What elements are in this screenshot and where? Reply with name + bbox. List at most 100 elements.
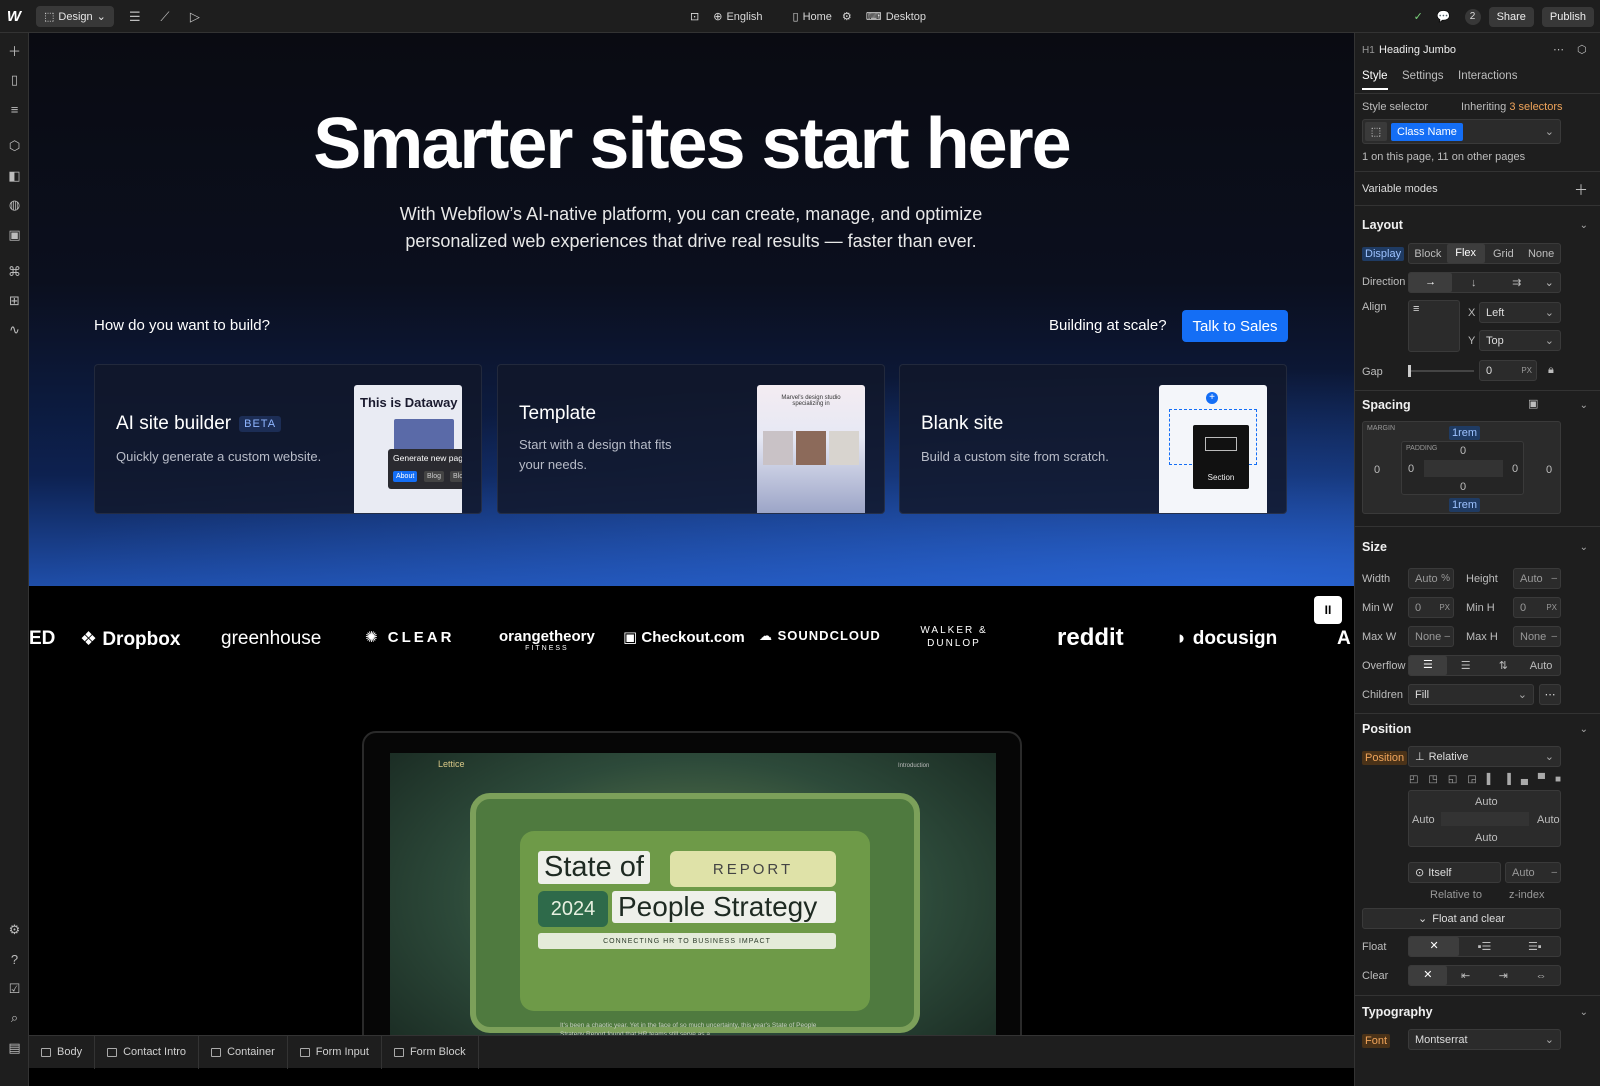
padding-right-value[interactable]: 0 xyxy=(1512,463,1518,475)
media-icon[interactable]: ▤ xyxy=(0,1036,29,1060)
chevron-down-icon[interactable]: ⌄ xyxy=(1580,724,1588,735)
align-grid-control[interactable]: ≡ xyxy=(1408,300,1460,352)
margin-top-value[interactable]: 1rem xyxy=(1449,426,1481,440)
display-none[interactable]: None xyxy=(1522,248,1560,260)
breakpoint-selector[interactable]: ⌨ Desktop xyxy=(866,10,926,24)
relative-to-select[interactable]: ⊙ Itself xyxy=(1408,862,1501,883)
search-icon[interactable]: ⌕ xyxy=(0,1006,29,1030)
clear-none-icon[interactable]: ✕ xyxy=(1409,966,1447,985)
offset-left[interactable]: Auto xyxy=(1412,814,1435,826)
max-height-input[interactable]: None – xyxy=(1513,626,1561,647)
template-card[interactable]: Template Start with a design that fits yo… xyxy=(497,364,885,514)
breadcrumb-form-input[interactable]: Form Input xyxy=(288,1035,382,1069)
float-right-icon[interactable]: ☰▪ xyxy=(1510,940,1560,953)
apps-icon[interactable]: ⊞ xyxy=(0,289,29,313)
tab-interactions[interactable]: Interactions xyxy=(1458,70,1517,82)
height-unit[interactable]: – xyxy=(1551,573,1557,584)
overflow-scroll-icon[interactable]: ⇅ xyxy=(1485,659,1523,672)
spacing-mode-icon[interactable]: ▣ xyxy=(1528,397,1538,410)
chevron-down-icon[interactable]: ⌄ xyxy=(1538,276,1560,289)
min-width-input[interactable]: 0 PX xyxy=(1408,597,1454,618)
gap-unit[interactable]: PX xyxy=(1521,366,1532,375)
position-section-title[interactable]: Position xyxy=(1362,722,1411,736)
overflow-auto[interactable]: Auto xyxy=(1522,660,1560,672)
direction-column-icon[interactable]: ↓ xyxy=(1452,277,1495,289)
display-segmented-control[interactable]: Block Flex Grid None xyxy=(1408,243,1561,264)
inheriting-info[interactable]: Inheriting 3 selectors xyxy=(1461,101,1563,113)
direction-segmented-control[interactable]: → ↓ ⇉ ⌄ xyxy=(1408,272,1561,293)
chevron-down-icon[interactable]: ⌄ xyxy=(1580,220,1588,231)
max-height-unit[interactable]: – xyxy=(1551,631,1557,642)
class-name-tag[interactable]: Class Name xyxy=(1391,122,1463,141)
pause-marquee-button[interactable]: II xyxy=(1314,596,1342,624)
display-grid[interactable]: Grid xyxy=(1485,248,1523,260)
hero-section[interactable]: Smarter sites start here With Webflow’s … xyxy=(29,33,1354,586)
chevron-down-icon[interactable]: ⌄ xyxy=(1580,1007,1588,1018)
chevron-down-icon[interactable]: ⌄ xyxy=(1580,542,1588,553)
webflow-logo-icon[interactable]: W xyxy=(0,0,28,33)
overflow-hidden-icon[interactable]: ☰ xyxy=(1447,659,1485,672)
settings-gear-icon[interactable]: ⚙ xyxy=(0,918,29,942)
design-canvas[interactable]: Smarter sites start here With Webflow’s … xyxy=(29,33,1354,1068)
offset-bottom[interactable]: Auto xyxy=(1475,832,1498,844)
tab-settings[interactable]: Settings xyxy=(1402,70,1444,82)
cms-database-icon[interactable]: ☰ xyxy=(120,0,150,33)
lock-icon[interactable]: 🔒︎ xyxy=(1548,364,1554,377)
mode-switcher-button[interactable]: ⬚ Design ⌄ xyxy=(36,6,114,27)
components-icon[interactable]: ⬡ xyxy=(0,134,29,158)
float-left-icon[interactable]: ▪☰ xyxy=(1459,940,1509,953)
display-flex[interactable]: Flex xyxy=(1446,244,1485,263)
max-width-input[interactable]: None – xyxy=(1408,626,1454,647)
height-input[interactable]: Auto – xyxy=(1513,568,1561,589)
preview-play-icon[interactable]: ▷ xyxy=(180,0,210,33)
margin-right-value[interactable]: 0 xyxy=(1546,464,1552,476)
min-width-unit[interactable]: PX xyxy=(1439,603,1450,612)
focus-mode-icon[interactable]: ⊡ xyxy=(690,10,699,23)
breadcrumb-form-block[interactable]: Form Block xyxy=(382,1035,479,1069)
min-height-input[interactable]: 0 PX xyxy=(1513,597,1561,618)
preset-left-icon[interactable]: ▌ xyxy=(1487,774,1494,785)
clear-both-icon[interactable]: ⇔ xyxy=(1522,970,1560,982)
help-icon[interactable]: ? xyxy=(0,947,29,971)
typography-section-title[interactable]: Typography xyxy=(1362,1005,1433,1019)
gap-slider[interactable] xyxy=(1408,365,1474,377)
class-selector-field[interactable]: ⬚ Class Name ⌄ xyxy=(1362,119,1561,144)
align-x-select[interactable]: Left ⌄ xyxy=(1479,302,1561,323)
breadcrumb-body[interactable]: Body xyxy=(29,1035,96,1069)
page-selector[interactable]: ▯ Home ⚙ xyxy=(793,10,852,24)
preset-bottom-right-icon[interactable]: ◲ xyxy=(1467,774,1476,785)
add-icon[interactable]: ＋ xyxy=(1574,180,1588,200)
padding-bottom-value[interactable]: 0 xyxy=(1460,481,1466,493)
hero-heading[interactable]: Smarter sites start here xyxy=(29,103,1354,185)
preset-top-right-icon[interactable]: ◳ xyxy=(1428,774,1437,785)
spacing-section-title[interactable]: Spacing xyxy=(1362,398,1411,412)
assets-icon[interactable]: ▣ xyxy=(0,223,29,247)
offset-top[interactable]: Auto xyxy=(1475,796,1498,808)
more-options-icon[interactable]: ⋯ xyxy=(1539,684,1561,705)
share-button[interactable]: Share xyxy=(1488,6,1534,27)
talk-to-sales-button[interactable]: Talk to Sales xyxy=(1182,310,1288,342)
float-clear-toggle[interactable]: ⌄ Float and clear xyxy=(1362,908,1561,929)
locale-switcher[interactable]: ⊕ English xyxy=(713,10,762,24)
position-select[interactable]: ⊥ Relative ⌄ xyxy=(1408,746,1561,767)
offset-right[interactable]: Auto xyxy=(1537,814,1560,826)
tab-style[interactable]: Style xyxy=(1362,70,1388,90)
overflow-segmented-control[interactable]: ☰ ☰ ⇅ Auto xyxy=(1408,655,1561,676)
preset-full-icon[interactable]: ■ xyxy=(1555,774,1561,785)
clear-right-icon[interactable]: ⇥ xyxy=(1485,969,1523,982)
font-select[interactable]: Montserrat ⌄ xyxy=(1408,1029,1561,1050)
clear-left-icon[interactable]: ⇤ xyxy=(1447,969,1485,982)
size-section-title[interactable]: Size xyxy=(1362,540,1387,554)
audit-pulse-icon[interactable]: ∿ xyxy=(0,318,29,342)
breadcrumb-contact-intro[interactable]: Contact Intro xyxy=(95,1035,200,1069)
float-segmented-control[interactable]: ✕ ▪☰ ☰▪ xyxy=(1408,936,1561,957)
breadcrumb-container[interactable]: Container xyxy=(199,1035,288,1069)
navigator-icon[interactable]: ≡ xyxy=(0,97,29,121)
padding-box[interactable]: PADDING 0 0 0 0 xyxy=(1401,441,1524,495)
analytics-icon[interactable]: ⟋ xyxy=(150,0,180,33)
preset-top-icon[interactable]: ▀ xyxy=(1538,774,1545,785)
padding-top-value[interactable]: 0 xyxy=(1460,445,1466,457)
padding-left-value[interactable]: 0 xyxy=(1408,463,1414,475)
gear-icon[interactable]: ⚙ xyxy=(842,10,852,23)
checklist-icon[interactable]: ☑ xyxy=(0,977,29,1001)
